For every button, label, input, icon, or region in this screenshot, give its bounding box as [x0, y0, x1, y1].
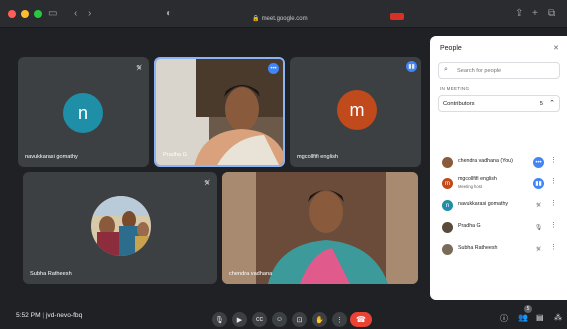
lock-icon: 🔒 — [252, 16, 260, 22]
camera-button[interactable]: ▶ — [232, 312, 247, 327]
participant-name: navukkarasi gomathy — [458, 201, 509, 207]
emoji-button[interactable]: ☺ — [272, 312, 287, 327]
participant-tile-active[interactable]: ••• Pradha G — [154, 57, 285, 167]
more-vert-icon[interactable]: ⋮ — [550, 177, 557, 185]
participant-name: Subha Ratheesh — [458, 245, 498, 251]
mic-off-icon: ✎̸ — [204, 180, 210, 187]
search-box[interactable]: ⌕ — [438, 62, 560, 79]
list-item[interactable]: n navukkarasi gomathy ✎̸ ⋮ — [438, 196, 560, 216]
participant-name: Pradha G — [163, 152, 187, 158]
hand-icon: ✋ — [315, 316, 324, 324]
speaking-indicator-icon: ••• — [533, 157, 544, 168]
list-item[interactable]: m mgcollfifi english Meeting host ▮▮ ⋮ — [438, 174, 560, 194]
group-label: Contributors — [443, 101, 475, 107]
microphone-button[interactable]: 🎙 — [212, 312, 227, 327]
sidebar-toggle-icon[interactable]: ▭ — [48, 6, 57, 22]
current-time: 5:52 PM — [16, 312, 41, 319]
chat-icon[interactable]: ▤ — [536, 313, 544, 322]
meeting-controls-bar: 5:52 PM | jvd-nevo-fbq 🎙 ▶ cc ☺ ⊡ ✋ ⋮ ☎ … — [0, 305, 567, 329]
forward-icon[interactable]: › — [88, 6, 91, 22]
more-options-button[interactable]: ⋮ — [332, 312, 347, 327]
more-vert-icon[interactable]: ⋮ — [550, 199, 557, 207]
info-icon[interactable]: ⓘ — [500, 313, 508, 324]
more-vert-icon[interactable]: ⋮ — [550, 156, 557, 164]
captions-button[interactable]: cc — [252, 312, 267, 327]
meeting-code: jvd-nevo-fbq — [45, 312, 83, 319]
avatar — [442, 157, 453, 168]
list-item[interactable]: chendra vadhana (You) ••• ⋮ — [438, 153, 560, 173]
participant-role: Meeting host — [458, 184, 482, 189]
list-item[interactable]: Subha Ratheesh ✎̸ ⋮ — [438, 240, 560, 260]
search-icon: ⌕ — [444, 66, 448, 73]
section-label: IN MEETING — [440, 86, 470, 91]
mic-icon: 🎙 — [534, 225, 543, 231]
activities-icon[interactable]: ⁂ — [554, 313, 562, 322]
audio-level-icon: ▮▮ — [533, 178, 544, 189]
people-panel: People ✕ ⌕ IN MEETING Contributors 5 ⌃ c… — [430, 36, 567, 300]
participant-name: Subha Ratheesh — [30, 271, 72, 277]
participant-name: Pradha G — [458, 223, 481, 229]
zoom-window-button[interactable] — [34, 10, 42, 18]
new-tab-icon[interactable]: + — [532, 6, 538, 22]
leave-call-button[interactable]: ☎ — [350, 312, 372, 327]
search-input[interactable] — [457, 66, 557, 76]
camera-in-use-icon[interactable] — [390, 13, 404, 20]
avatar: m — [337, 90, 377, 130]
audio-level-icon: ▮▮ — [406, 61, 417, 72]
participant-tile[interactable]: n ✎̸ navukkarasi gomathy — [18, 57, 149, 167]
window-controls — [8, 10, 42, 18]
microphone-icon: 🎙 — [215, 316, 224, 324]
people-count-badge: 5 — [524, 305, 532, 313]
participant-name: chendra vadhana — [229, 271, 273, 277]
meeting-info: 5:52 PM | jvd-nevo-fbq — [16, 312, 82, 319]
tab-overview-icon[interactable]: ⧉ — [548, 6, 555, 22]
group-count: 5 — [539, 101, 543, 107]
more-vert-icon[interactable]: ⋮ — [550, 221, 557, 229]
end-call-icon: ☎ — [356, 315, 366, 324]
participant-tile[interactable]: ✎̸ Subha Ratheesh — [23, 172, 217, 284]
participant-photo — [91, 196, 151, 256]
participant-tile-self[interactable]: chendra vadhana — [222, 172, 418, 284]
mic-off-icon: ✎̸ — [136, 65, 142, 72]
avatar — [442, 244, 453, 255]
mic-off-icon: ✎̸ — [535, 247, 542, 253]
close-icon[interactable]: ✕ — [553, 44, 559, 52]
list-item[interactable]: Pradha G 🎙 ⋮ — [438, 218, 560, 238]
avatar: n — [442, 200, 453, 211]
avatar-initial: n — [77, 102, 88, 123]
more-vert-icon[interactable]: ⋮ — [550, 243, 557, 251]
address-bar[interactable]: 🔒 meet.google.com — [215, 13, 345, 25]
captions-icon: cc — [256, 316, 263, 323]
privacy-shield-icon[interactable]: ◐ — [166, 6, 172, 22]
mic-off-icon: ✎̸ — [535, 203, 542, 209]
avatar: n — [63, 93, 103, 133]
self-video — [222, 172, 418, 284]
present-icon: ⊡ — [296, 316, 303, 324]
present-button[interactable]: ⊡ — [292, 312, 307, 327]
participant-name: navukkarasi gomathy — [25, 154, 78, 160]
share-icon[interactable]: ⇪ — [515, 6, 523, 22]
speaking-indicator-icon: ••• — [268, 63, 279, 74]
panel-title: People — [440, 45, 462, 52]
avatar-initial: m — [349, 99, 365, 120]
emoji-icon: ☺ — [275, 316, 284, 323]
participant-video — [156, 59, 283, 165]
chevron-up-icon[interactable]: ⌃ — [549, 99, 555, 107]
avatar: m — [442, 178, 453, 189]
close-window-button[interactable] — [8, 10, 16, 18]
participant-tile[interactable]: m ▮▮ mgcollfifi english — [290, 57, 421, 167]
participant-name: mgcollfifi english — [458, 176, 497, 182]
back-icon[interactable]: ‹ — [74, 6, 77, 22]
people-icon[interactable]: 👥 — [518, 313, 528, 322]
minimize-window-button[interactable] — [21, 10, 29, 18]
browser-toolbar: ▭ ‹ › ◐ 🔒 meet.google.com ⇪ + ⧉ — [0, 0, 567, 28]
more-vert-icon: ⋮ — [336, 316, 343, 324]
participant-name: mgcollfifi english — [297, 154, 339, 160]
url-text: meet.google.com — [261, 16, 308, 22]
avatar — [442, 222, 453, 233]
camera-icon: ▶ — [236, 316, 243, 324]
raise-hand-button[interactable]: ✋ — [312, 312, 327, 327]
participant-name: chendra vadhana (You) — [458, 158, 513, 164]
contributors-group-header[interactable]: Contributors 5 ⌃ — [438, 95, 560, 112]
